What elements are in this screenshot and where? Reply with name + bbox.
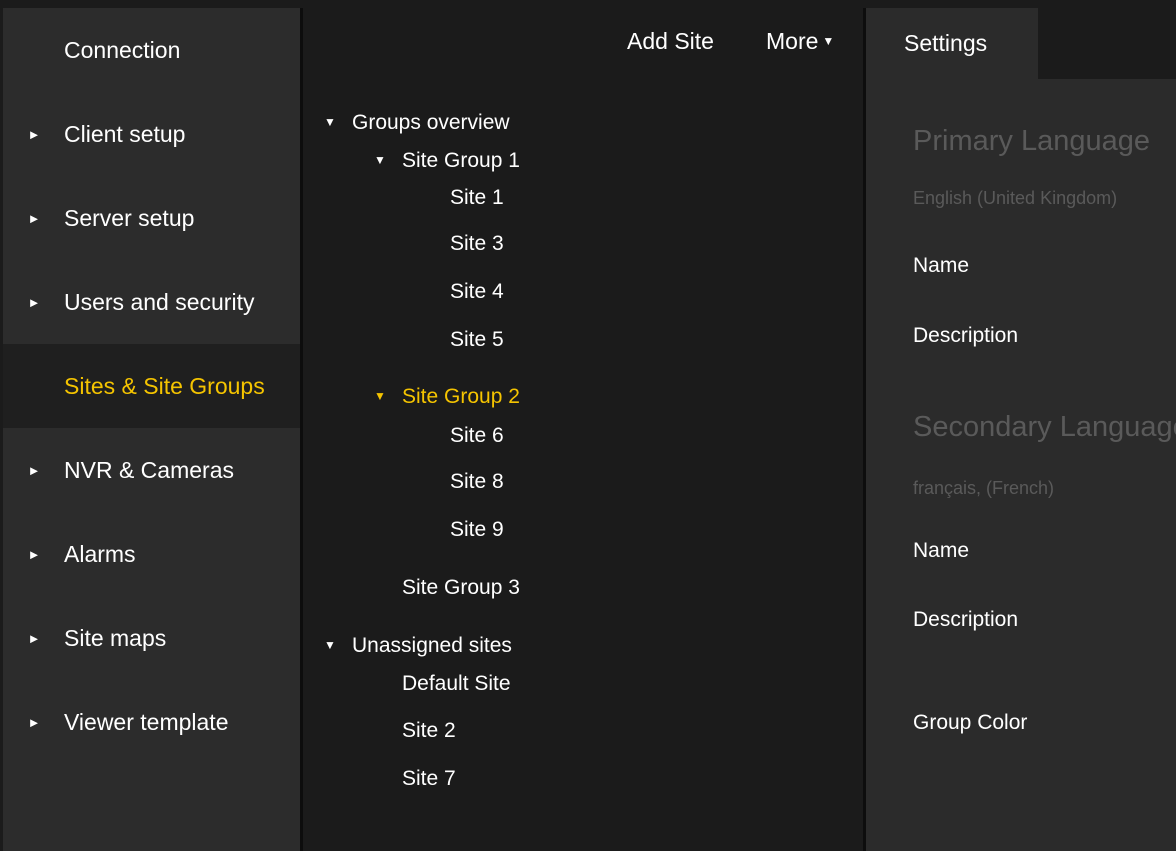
expand-arrow-icon: ► (27, 126, 41, 142)
primary-name-label: Name (913, 254, 970, 277)
expand-arrow-icon: ► (27, 546, 41, 562)
settings-panel: Settings Primary Language English (Unite… (866, 8, 1176, 851)
sidebar-item-label: Client setup (64, 120, 186, 147)
tree-node-label: Groups overview (352, 111, 510, 134)
sidebar-item-label: Server setup (64, 204, 195, 231)
tree-node-site[interactable]: Site 2 (402, 719, 456, 743)
tree-node-site[interactable]: Site 3 (450, 232, 504, 256)
add-site-button[interactable]: Add Site (627, 28, 714, 55)
app-window: Connection ► Client setup ► Server setup… (0, 0, 1176, 851)
tree-node-site[interactable]: Site 9 (450, 518, 504, 542)
tree-node-site-group-1[interactable]: ▼ Site Group 1 (374, 149, 520, 173)
collapse-triangle-icon[interactable]: ▼ (374, 153, 388, 167)
sidebar-item-nvr-and-cameras[interactable]: ► NVR & Cameras (3, 428, 300, 512)
sidebar-item-connection[interactable]: Connection (3, 8, 300, 92)
secondary-name-label: Name (913, 539, 970, 562)
tree-node-label: Unassigned sites (352, 634, 512, 657)
tab-bar: Settings (866, 8, 1176, 79)
sidebar-item-label: Connection (64, 36, 181, 63)
tree-node-site[interactable]: Default Site (402, 672, 511, 696)
sidebar-item-label: Users and security (64, 288, 255, 315)
expand-arrow-icon: ► (27, 714, 41, 730)
sidebar-nav: Connection ► Client setup ► Server setup… (3, 8, 300, 851)
tree-node-label: Site Group 1 (402, 149, 520, 172)
tree-node-site[interactable]: Site 4 (450, 280, 504, 304)
collapse-triangle-icon[interactable]: ▼ (374, 389, 388, 403)
sidebar-item-label: Site maps (64, 624, 167, 651)
expand-arrow-icon: ► (27, 294, 41, 310)
more-label: More (766, 28, 819, 54)
tree-node-label: Site Group 2 (402, 385, 520, 408)
tree-node-site[interactable]: Site 8 (450, 470, 504, 494)
primary-language-value: English (United Kingdom) (913, 188, 1118, 208)
primary-language-heading: Primary Language (913, 125, 1150, 157)
sidebar-item-viewer-template[interactable]: ► Viewer template (3, 680, 300, 764)
sidebar-item-label: Viewer template (64, 708, 229, 735)
secondary-language-value: français, (French) (913, 478, 1055, 498)
group-color-label: Group Color (913, 711, 1028, 734)
expand-arrow-icon: ► (27, 210, 41, 226)
secondary-description-label: Description (913, 608, 1019, 631)
sidebar-item-label: Alarms (64, 540, 136, 567)
sidebar-item-alarms[interactable]: ► Alarms (3, 512, 300, 596)
more-menu-button[interactable]: More ▼ (766, 28, 834, 55)
tab-settings[interactable]: Settings (866, 8, 1038, 79)
tree-node-site-group-2[interactable]: ▼ Site Group 2 (374, 385, 520, 409)
collapse-triangle-icon[interactable]: ▼ (324, 115, 338, 129)
sidebar-item-sites-and-site-groups[interactable]: Sites & Site Groups (3, 344, 300, 428)
sidebar-item-label: NVR & Cameras (64, 456, 234, 483)
expand-arrow-icon: ► (27, 630, 41, 646)
tree-node-site-group-3[interactable]: Site Group 3 (402, 576, 520, 600)
tree-node-site[interactable]: Site 7 (402, 767, 456, 791)
collapse-triangle-icon[interactable]: ▼ (324, 638, 338, 652)
secondary-language-heading: Secondary Language (913, 411, 1176, 443)
tree-node-unassigned-sites[interactable]: ▼ Unassigned sites (324, 634, 512, 658)
tree-node-groups-overview[interactable]: ▼ Groups overview (324, 111, 510, 135)
sidebar-item-site-maps[interactable]: ► Site maps (3, 596, 300, 680)
primary-description-label: Description (913, 324, 1019, 347)
sidebar-item-label: Sites & Site Groups (64, 372, 265, 399)
sidebar-item-client-setup[interactable]: ► Client setup (3, 92, 300, 176)
tree-node-site[interactable]: Site 6 (450, 424, 504, 448)
caret-down-icon: ▼ (822, 34, 835, 48)
tree-node-site[interactable]: Site 1 (450, 186, 504, 210)
sidebar-item-server-setup[interactable]: ► Server setup (3, 176, 300, 260)
expand-arrow-icon: ► (27, 462, 41, 478)
tree-node-site[interactable]: Site 5 (450, 328, 504, 352)
sidebar-item-users-and-security[interactable]: ► Users and security (3, 260, 300, 344)
site-tree-panel: Add Site More ▼ ▼ Groups overview ▼ Site Gr… (303, 8, 863, 851)
